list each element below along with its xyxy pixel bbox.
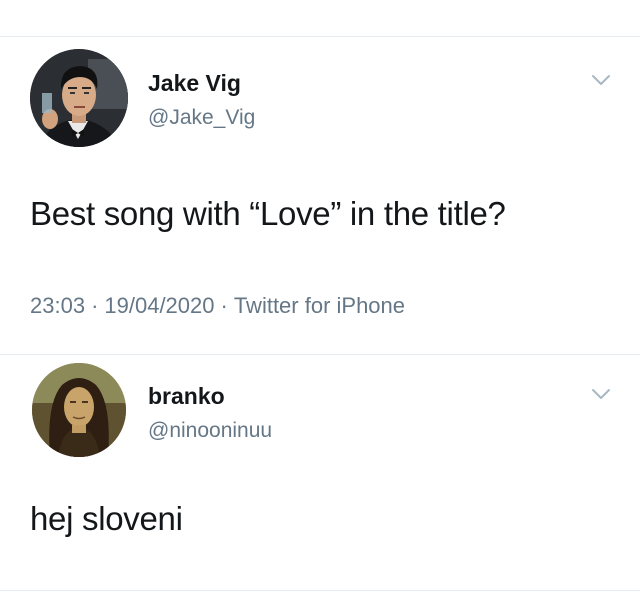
tweet-date[interactable]: 19/04/2020	[104, 293, 214, 318]
tweet-time[interactable]: 23:03	[30, 293, 85, 318]
chevron-down-icon[interactable]	[590, 73, 612, 87]
chevron-down-icon[interactable]	[590, 387, 612, 401]
tweet-meta: 23:03 · 19/04/2020 · Twitter for iPhone	[30, 293, 405, 319]
display-name[interactable]: Jake Vig	[148, 70, 241, 97]
avatar-illustration	[32, 363, 126, 457]
avatar-branko[interactable]	[32, 363, 126, 457]
avatar-illustration	[30, 49, 128, 147]
meta-separator: ·	[220, 293, 228, 318]
tweet-text: Best song with “Love” in the title?	[30, 195, 506, 232]
tweet-client[interactable]: Twitter for iPhone	[234, 293, 405, 318]
avatar-jake-vig[interactable]	[30, 49, 128, 147]
bottom-divider	[0, 590, 640, 591]
meta-separator: ·	[91, 293, 99, 318]
tweet-text: hej sloveni	[30, 500, 183, 537]
user-handle[interactable]: @Jake_Vig	[148, 106, 255, 130]
user-handle[interactable]: @ninooninuu	[148, 419, 272, 443]
display-name[interactable]: branko	[148, 383, 225, 410]
tweet-main[interactable]: Jake Vig @Jake_Vig Best song with “Love”…	[0, 37, 640, 355]
tweet-reply[interactable]: branko @ninooninuu hej sloveni	[0, 355, 640, 590]
